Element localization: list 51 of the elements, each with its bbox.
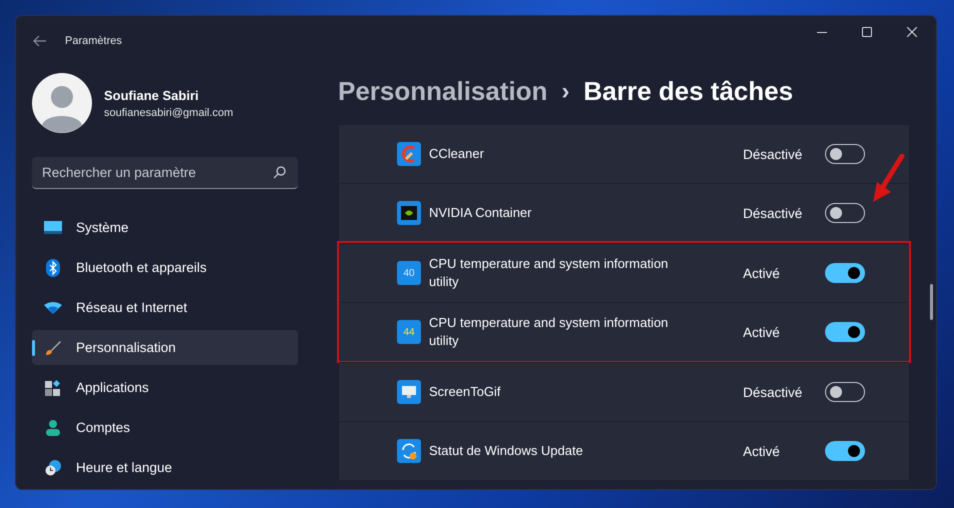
toggle-switch[interactable] <box>825 382 865 402</box>
app-name: CPU temperature and system information utility <box>429 314 670 350</box>
search-icon <box>273 166 286 179</box>
sidebar-item[interactable]: Personnalisation <box>32 330 298 365</box>
status-label: Activé <box>743 266 781 280</box>
brush-icon <box>44 340 62 356</box>
sidebar-item[interactable]: Bluetooth et appareils <box>32 250 298 285</box>
temperature-icon: 40 <box>397 261 421 285</box>
sidebar-item[interactable]: Comptes <box>32 410 298 445</box>
wifi-icon <box>44 302 62 314</box>
status-label: Désactivé <box>743 146 804 162</box>
toggle-switch[interactable] <box>825 263 865 283</box>
page-title: Barre des tâches <box>584 76 794 107</box>
toggle-switch[interactable] <box>825 441 865 461</box>
status-label: Activé <box>743 444 781 458</box>
sidebar-item[interactable]: Système <box>32 210 298 245</box>
user-name: Soufiane Sabiri <box>104 88 200 102</box>
person-icon <box>44 420 62 436</box>
chip-icon <box>397 201 421 225</box>
back-arrow-icon[interactable] <box>33 35 47 47</box>
ccleaner-icon <box>397 142 421 166</box>
app-name: NVIDIA Container <box>429 204 533 222</box>
temperature-icon: 44 <box>397 320 421 344</box>
breadcrumb-link[interactable]: Personnalisation <box>338 76 548 107</box>
app-name: Statut de Windows Update <box>429 442 584 460</box>
close-icon[interactable] <box>907 27 917 37</box>
sidebar-item[interactable]: Heure et langue <box>32 450 298 485</box>
maximize-icon[interactable] <box>862 27 872 37</box>
monitor-icon <box>44 220 62 234</box>
avatar-silhouette <box>32 73 92 133</box>
sync-icon <box>397 439 421 463</box>
user-email: soufianesabiri@gmail.com <box>104 106 234 118</box>
status-label: Désactivé <box>743 206 804 220</box>
status-label: Désactivé <box>743 384 804 400</box>
app-name: CPU temperature and system information utility <box>429 255 670 291</box>
sidebar-item[interactable]: Réseau et Internet <box>32 290 298 325</box>
window-title: Paramètres <box>65 35 122 47</box>
status-label: Activé <box>743 324 781 340</box>
toggle-switch[interactable] <box>825 203 865 223</box>
toggle-switch[interactable] <box>825 322 865 342</box>
scrollbar-thumb[interactable] <box>930 284 933 320</box>
globe-clock-icon <box>44 460 62 476</box>
app-name: CCleaner <box>429 145 485 163</box>
monitor-icon <box>397 380 421 404</box>
toggle-switch[interactable] <box>825 144 865 164</box>
apps-icon <box>44 380 62 396</box>
sidebar-item[interactable]: Applications <box>32 370 298 405</box>
app-name: ScreenToGif <box>429 383 502 401</box>
search-field[interactable]: Rechercher un paramètre <box>32 157 298 189</box>
breadcrumb-separator: › <box>562 78 570 106</box>
bluetooth-icon <box>44 258 62 276</box>
